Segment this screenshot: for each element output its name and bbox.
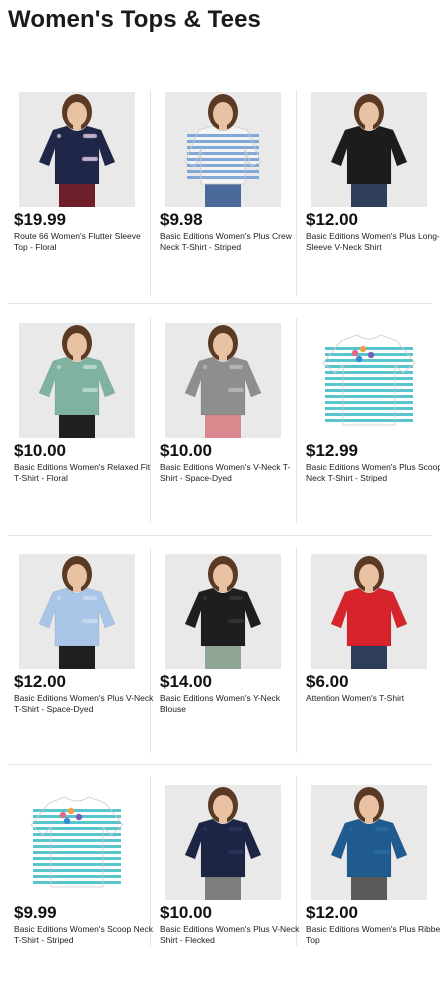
- product-card[interactable]: $14.00 Basic Editions Women's Y-Neck Blou…: [160, 554, 300, 774]
- product-name[interactable]: Basic Editions Women's Scoop Neck T-Shir…: [14, 924, 154, 946]
- product-price: $14.00: [160, 672, 212, 691]
- product-name[interactable]: Basic Editions Women's Plus Scoop Neck T…: [306, 462, 440, 484]
- product-card[interactable]: $9.98 Basic Editions Women's Plus Crew Ne…: [160, 92, 300, 312]
- product-card[interactable]: $10.00 Basic Editions Women's V-Neck T-Sh…: [160, 323, 300, 543]
- product-name[interactable]: Basic Editions Women's Plus V-Neck Shirt…: [160, 924, 300, 946]
- product-card[interactable]: $6.00 Attention Women's T-Shirt: [306, 554, 440, 774]
- product-card[interactable]: $9.99 Basic Editions Women's Scoop Neck T…: [14, 785, 154, 1005]
- product-name[interactable]: Basic Editions Women's Plus Ribbed Top: [306, 924, 440, 946]
- product-card[interactable]: $10.00 Basic Editions Women's Plus V-Neck…: [160, 785, 300, 1005]
- product-card[interactable]: $12.00 Basic Editions Women's Plus Long-S…: [306, 92, 440, 312]
- product-name[interactable]: Basic Editions Women's Plus Long-Sleeve …: [306, 231, 440, 253]
- product-price: $12.00: [14, 672, 66, 691]
- product-name[interactable]: Attention Women's T-Shirt: [306, 693, 440, 704]
- striped-crew-tee-image[interactable]: [165, 92, 281, 207]
- product-name[interactable]: Basic Editions Women's V-Neck T-Shirt - …: [160, 462, 300, 484]
- product-name[interactable]: Route 66 Women's Flutter Sleeve Top - Fl…: [14, 231, 154, 253]
- blue-ribbed-top-image[interactable]: [311, 785, 427, 900]
- product-grid: $19.99 Route 66 Women's Flutter Sleeve To…: [0, 0, 440, 954]
- navy-floral-flutter-top-image[interactable]: [19, 92, 135, 207]
- red-scoop-tee-image[interactable]: [311, 554, 427, 669]
- product-price: $12.99: [306, 441, 358, 460]
- aqua-striped-scoop-tee-image[interactable]: [311, 323, 427, 438]
- green-floral-tee-image[interactable]: [19, 323, 135, 438]
- product-price: $12.00: [306, 903, 358, 922]
- product-name[interactable]: Basic Editions Women's Y-Neck Blouse: [160, 693, 300, 715]
- product-price: $19.99: [14, 210, 66, 229]
- product-name[interactable]: Basic Editions Women's Relaxed Fit T-Shi…: [14, 462, 154, 484]
- product-name[interactable]: Basic Editions Women's Plus V-Neck T-Shi…: [14, 693, 154, 715]
- product-price: $9.99: [14, 903, 57, 922]
- black-vneck-longsleeve-image[interactable]: [311, 92, 427, 207]
- gray-spacedyed-vneck-image[interactable]: [165, 323, 281, 438]
- navy-flecked-vneck-image[interactable]: [165, 785, 281, 900]
- product-price: $10.00: [160, 441, 212, 460]
- black-blouse-image[interactable]: [165, 554, 281, 669]
- lightblue-vneck-image[interactable]: [19, 554, 135, 669]
- product-price: $10.00: [14, 441, 66, 460]
- product-price: $9.98: [160, 210, 203, 229]
- product-price: $10.00: [160, 903, 212, 922]
- product-card[interactable]: $12.00 Basic Editions Women's Plus V-Neck…: [14, 554, 154, 774]
- product-price: $12.00: [306, 210, 358, 229]
- product-price: $6.00: [306, 672, 349, 691]
- aqua-floral-striped-tee-image[interactable]: [19, 785, 135, 900]
- product-name[interactable]: Basic Editions Women's Plus Crew Neck T-…: [160, 231, 300, 253]
- product-card[interactable]: $12.00 Basic Editions Women's Plus Ribbed…: [306, 785, 440, 1005]
- product-card[interactable]: $10.00 Basic Editions Women's Relaxed Fit…: [14, 323, 154, 543]
- product-card[interactable]: $12.99 Basic Editions Women's Plus Scoop …: [306, 323, 440, 543]
- product-card[interactable]: $19.99 Route 66 Women's Flutter Sleeve To…: [14, 92, 154, 312]
